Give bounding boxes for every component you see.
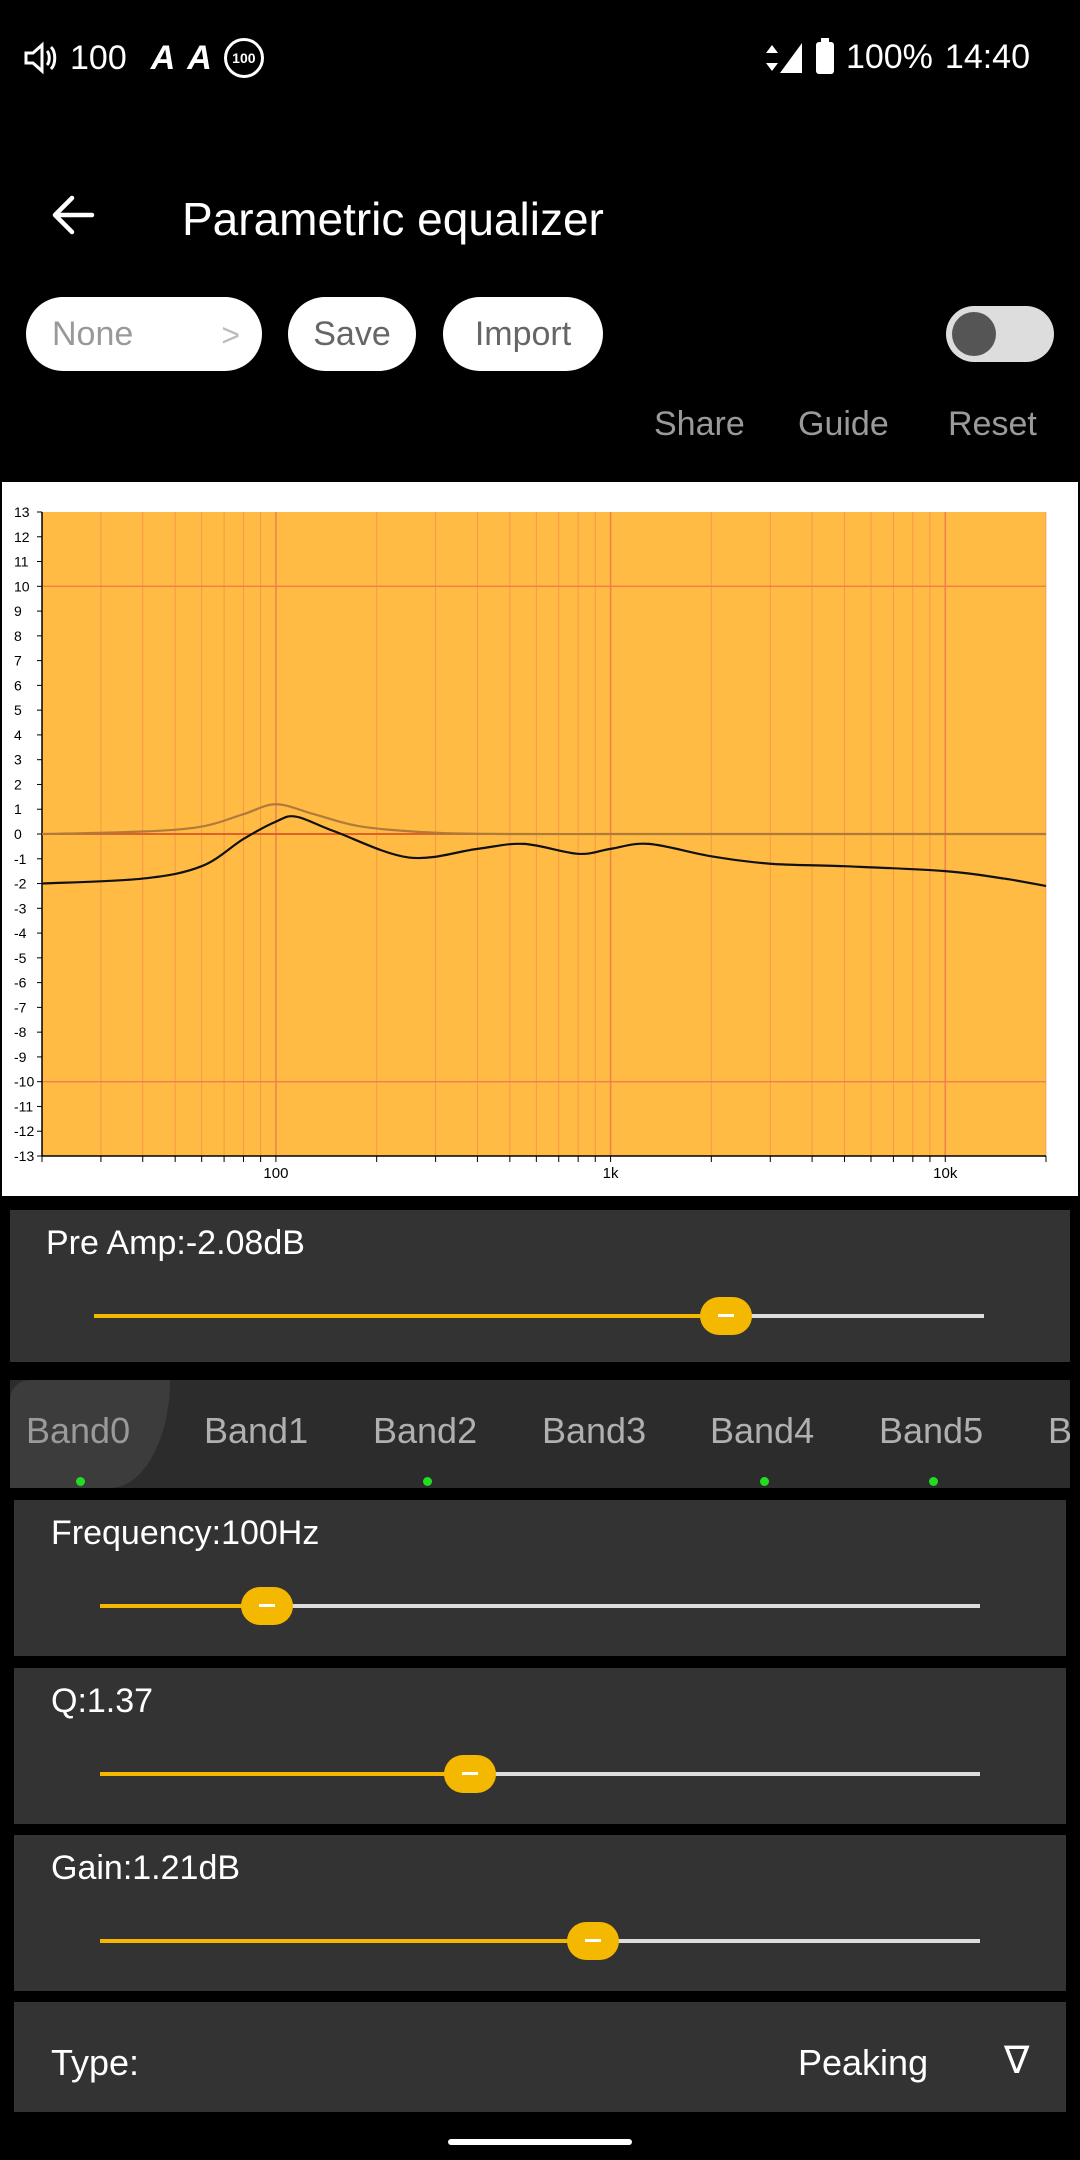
type-section: Type: Peaking ∇	[14, 2002, 1066, 2112]
chart-y-tick-label: -12	[14, 1123, 34, 1139]
chart-y-tick-label: -1	[14, 851, 27, 867]
chart-y-tick-label: -3	[14, 900, 27, 916]
dropdown-arrow-icon[interactable]: ∇	[1004, 2038, 1029, 2083]
chart-x-tick-label: 10k	[933, 1165, 958, 1182]
gain-slider[interactable]	[100, 1922, 980, 1960]
chart-y-tick-label: -2	[14, 876, 27, 892]
tab-band6[interactable]: Band6	[1048, 1410, 1070, 1452]
preamp-slider-thumb[interactable]	[699, 1297, 752, 1335]
chart-y-tick-label: -5	[14, 950, 27, 966]
type-label: Type:	[51, 2042, 140, 2083]
chart-y-tick-label: 9	[14, 603, 22, 619]
chart-y-tick-label: -10	[14, 1074, 34, 1090]
chart-y-tick-label: 0	[14, 826, 22, 842]
frequency-section: Frequency:100Hz	[14, 1500, 1066, 1656]
badge-100-icon: 100	[223, 38, 264, 78]
page-title: Parametric equalizer	[182, 193, 604, 245]
status-left: 100 A A 100	[22, 38, 264, 78]
chart-y-tick-label: -6	[14, 975, 27, 991]
auto-a-icon: A	[150, 38, 176, 77]
gain-label: Gain:1.21dB	[51, 1849, 241, 1887]
equalizer-toggle[interactable]	[946, 306, 1054, 362]
home-indicator[interactable]	[448, 2139, 632, 2145]
volume-level: 100	[70, 38, 127, 77]
app-header: Parametric equalizer	[0, 170, 1080, 270]
q-slider-fill	[100, 1772, 470, 1776]
toggle-knob	[952, 312, 996, 356]
gain-section: Gain:1.21dB	[14, 1835, 1066, 1991]
preset-selector[interactable]: None >	[26, 297, 262, 371]
chart-y-tick-label: -9	[14, 1049, 27, 1065]
chart-y-tick-label: 8	[14, 628, 22, 644]
band-active-dot	[929, 1477, 938, 1486]
volume-icon	[24, 41, 57, 75]
preamp-slider[interactable]	[94, 1297, 984, 1335]
chart-y-tick-label: -11	[14, 1098, 33, 1114]
q-slider-thumb[interactable]	[443, 1755, 496, 1793]
preamp-label: Pre Amp:-2.08dB	[46, 1224, 305, 1262]
frequency-label: Frequency:100Hz	[51, 1514, 320, 1552]
tab-band2[interactable]: Band2	[373, 1410, 477, 1452]
q-label: Q:1.37	[51, 1682, 154, 1720]
band-active-dot	[76, 1477, 85, 1486]
chart-y-tick-label: -7	[14, 999, 27, 1015]
preset-label: None	[52, 314, 134, 353]
chart-y-tick-label: 3	[14, 752, 22, 768]
save-button[interactable]: Save	[288, 297, 416, 371]
gain-slider-thumb[interactable]	[566, 1922, 619, 1960]
eq-response-chart[interactable]: 13 12 11 10 9 8 7 6 5 4 3 2 1 0 -1 -2 -3 -4 -5 -6 -7 -8 -9 -10-…	[2, 482, 1078, 1196]
chart-y-tick-label: -8	[14, 1024, 27, 1040]
chart-y-tick-label: 10	[14, 578, 30, 594]
preamp-panel: Pre Amp:-2.08dB	[10, 1210, 1070, 1362]
band-tabs: Band0 Band1 Band2 Band3 Band4 Band5 Band6	[10, 1380, 1070, 1488]
chart-y-tick-label: 1	[14, 801, 22, 817]
clock: 14:40	[944, 38, 1030, 76]
preamp-slider-fill	[94, 1314, 726, 1318]
guide-link[interactable]: Guide	[798, 405, 889, 444]
band-active-dot	[423, 1477, 432, 1486]
gain-slider-fill	[100, 1939, 593, 1943]
chart-y-tick-label: 2	[14, 776, 22, 792]
frequency-slider[interactable]	[100, 1587, 980, 1625]
status-bar: 100 A A 100 100% 14:40	[0, 0, 1080, 120]
tab-band3[interactable]: Band3	[542, 1410, 646, 1452]
eq-chart-svg: 131211109876543210-1-2-3-4-5-6-7-8-9-10-…	[14, 504, 1047, 1182]
chart-y-tick-label: 4	[14, 727, 22, 743]
band-active-dot	[760, 1477, 769, 1486]
chart-y-tick-label: 5	[14, 702, 22, 718]
chart-y-tick-label: 7	[14, 653, 22, 669]
chart-y-tick-label: -13	[14, 1148, 34, 1164]
chart-y-tick-label: 11	[14, 554, 29, 570]
type-dropdown[interactable]: Peaking	[798, 2042, 928, 2084]
chart-y-tick-label: 6	[14, 677, 22, 693]
tab-band0[interactable]: Band0	[26, 1410, 130, 1452]
chart-y-tick-label: 13	[14, 504, 30, 520]
status-right: 100% 14:40	[764, 37, 1030, 77]
auto-a-icon: A	[187, 38, 212, 77]
tab-band4[interactable]: Band4	[710, 1410, 814, 1452]
q-section: Q:1.37	[14, 1668, 1066, 1824]
chart-y-tick-label: -4	[14, 925, 27, 941]
import-button[interactable]: Import	[443, 297, 603, 371]
battery-icon	[815, 37, 834, 74]
back-arrow-icon[interactable]	[48, 190, 98, 240]
battery-percent: 100%	[845, 38, 933, 76]
reset-link[interactable]: Reset	[948, 405, 1037, 444]
q-slider[interactable]	[100, 1755, 980, 1793]
chevron-right-icon: >	[221, 317, 240, 353]
signal-icon	[765, 42, 802, 73]
share-link[interactable]: Share	[654, 405, 745, 444]
tab-band5[interactable]: Band5	[879, 1410, 983, 1452]
frequency-slider-thumb[interactable]	[241, 1587, 294, 1625]
tab-band1[interactable]: Band1	[204, 1410, 308, 1452]
chart-y-tick-label: 12	[14, 529, 30, 545]
chart-x-tick-label: 1k	[603, 1165, 619, 1182]
chart-x-tick-label: 100	[263, 1165, 288, 1182]
